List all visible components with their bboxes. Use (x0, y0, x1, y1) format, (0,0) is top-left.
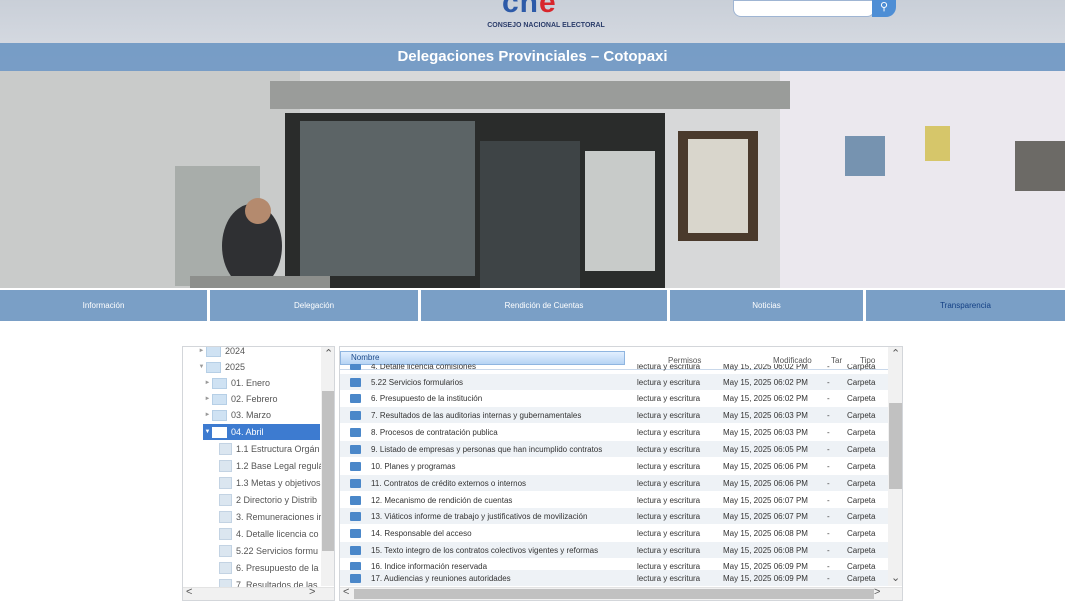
scroll-right-icon[interactable]: > (874, 586, 880, 598)
table-row[interactable]: 5.22 Servicios formularios lectura y escr… (340, 374, 888, 390)
tree-item-doc[interactable]: 4. Detalle licencia co (219, 526, 319, 542)
folder-icon (350, 444, 361, 454)
main-nav: Información Delegación Rendición de Cuen… (0, 290, 1065, 321)
document-icon (219, 477, 232, 489)
folder-icon (350, 495, 361, 505)
document-icon (219, 494, 232, 506)
search-button[interactable]: ⚲ (872, 0, 896, 17)
table-row[interactable]: 6. Presupuesto de la institución lectura … (340, 390, 888, 406)
folder-icon (350, 573, 361, 583)
folder-icon (350, 393, 361, 403)
expand-icon[interactable]: ► (203, 396, 212, 402)
table-row[interactable]: 4. Detalle licencia comisiones lectura y … (340, 364, 888, 372)
document-icon (219, 460, 232, 472)
scroll-up-icon[interactable]: ⌃ (324, 347, 333, 360)
scroll-down-icon[interactable]: ⌄ (891, 571, 900, 584)
table-row[interactable]: 13. Viáticos informe de trabajo y justif… (340, 508, 888, 524)
folder-icon (212, 409, 227, 421)
nav-item-informacion[interactable]: Información (0, 290, 207, 321)
scroll-up-icon[interactable]: ⌃ (891, 347, 900, 360)
search-icon: ⚲ (879, 1, 889, 13)
logo-subtitle: CONSEJO NACIONAL ELECTORAL (487, 22, 605, 29)
page-title: Delegaciones Provinciales – Cotopaxi (397, 48, 668, 65)
tree-item-doc[interactable]: 6. Presupuesto de la (219, 560, 319, 576)
tree-item-doc[interactable]: 2 Directorio y Distrib (219, 492, 317, 508)
tree-item-marzo[interactable]: ► 03. Marzo (203, 407, 271, 423)
nav-item-rendicion-de-cuentas[interactable]: Rendición de Cuentas (421, 290, 667, 321)
folder-icon (212, 426, 227, 438)
table-row[interactable]: 12. Mecanismo de rendición de cuentas lec… (340, 492, 888, 508)
document-icon (219, 545, 232, 557)
tree-item-doc[interactable]: 5.22 Servicios formu (219, 543, 318, 559)
table-row[interactable]: 8. Procesos de contratación publica lectu… (340, 424, 888, 440)
folder-icon (212, 377, 227, 389)
collapse-icon[interactable]: ▼ (203, 429, 212, 435)
tree-item-2024[interactable]: ► 2024 (197, 347, 245, 359)
folder-icon (350, 364, 361, 370)
folder-icon (350, 511, 361, 521)
grid-horizontal-thumb[interactable] (354, 589, 874, 599)
tree-item-abril[interactable]: ▼ 04. Abril (203, 424, 320, 440)
folder-icon (350, 478, 361, 488)
collapse-icon[interactable]: ▼ (197, 364, 206, 370)
folder-icon (350, 461, 361, 471)
tree-item-doc[interactable]: 1.2 Base Legal regulá (219, 458, 324, 474)
document-icon (219, 528, 232, 540)
nav-item-noticias[interactable]: Noticias (670, 290, 863, 321)
tree-item-enero[interactable]: ► 01. Enero (203, 375, 270, 391)
scroll-left-icon[interactable]: < (343, 586, 349, 598)
table-row[interactable]: 7. Resultados de las auditorias internas… (340, 407, 888, 423)
building-photo (0, 71, 1065, 288)
grid-scroll-thumb[interactable] (889, 403, 902, 489)
table-row[interactable]: 10. Planes y programas lectura y escritur… (340, 458, 888, 474)
tree-item-doc[interactable]: 1.1 Estructura Orgán (219, 441, 320, 457)
folder-icon (206, 347, 221, 357)
folder-icon (350, 427, 361, 437)
table-row[interactable]: 9. Listado de empresas y personas que ha… (340, 441, 888, 457)
file-grid: Nombre Permisos Modificado Tar Tipo 4. D… (339, 346, 903, 601)
folder-icon (350, 528, 361, 538)
tree-item-doc[interactable]: 1.3 Metas y objetivos (219, 475, 321, 491)
folder-tree: ► 2024 ▼ 2025 ► 01. Enero ► 02. Febrero ► 03.… (182, 346, 335, 601)
tree-scroll-thumb[interactable] (322, 391, 334, 551)
scroll-left-icon[interactable]: < (186, 586, 192, 598)
document-icon (219, 443, 232, 455)
table-row[interactable]: 15. Texto integro de los contratos colec… (340, 542, 888, 558)
table-row[interactable]: 17. Audiencias y reuniones autoridades le… (340, 570, 888, 586)
expand-icon[interactable]: ► (203, 380, 212, 386)
scroll-right-icon[interactable]: > (309, 586, 315, 598)
tree-item-doc[interactable]: 3. Remuneraciones ir (219, 509, 322, 525)
folder-icon (206, 361, 221, 373)
expand-icon[interactable]: ► (197, 348, 206, 354)
tree-item-febrero[interactable]: ► 02. Febrero (203, 391, 278, 407)
column-header-name[interactable]: Nombre (340, 351, 625, 365)
table-row[interactable]: 11. Contratos de crédito externos o inte… (340, 475, 888, 491)
logo[interactable]: cne CONSEJO NACIONAL ELECTORAL (480, 0, 612, 38)
title-bar: Delegaciones Provinciales – Cotopaxi (0, 43, 1065, 71)
folder-icon (212, 393, 227, 405)
tree-item-2025[interactable]: ▼ 2025 (197, 359, 245, 375)
document-icon (219, 562, 232, 574)
table-row[interactable]: 14. Responsable del acceso lectura y escr… (340, 525, 888, 541)
logo-mark: cne (502, 0, 557, 19)
search-input[interactable] (733, 0, 875, 17)
hero-banner: cne CONSEJO NACIONAL ELECTORAL ⚲ Delegac… (0, 0, 1065, 288)
nav-item-transparencia[interactable]: Transparencia (866, 290, 1065, 321)
folder-icon (350, 545, 361, 555)
expand-icon[interactable]: ► (203, 412, 212, 418)
folder-icon (350, 410, 361, 420)
document-icon (219, 511, 232, 523)
nav-item-delegacion[interactable]: Delegación (210, 290, 418, 321)
folder-icon (350, 377, 361, 387)
